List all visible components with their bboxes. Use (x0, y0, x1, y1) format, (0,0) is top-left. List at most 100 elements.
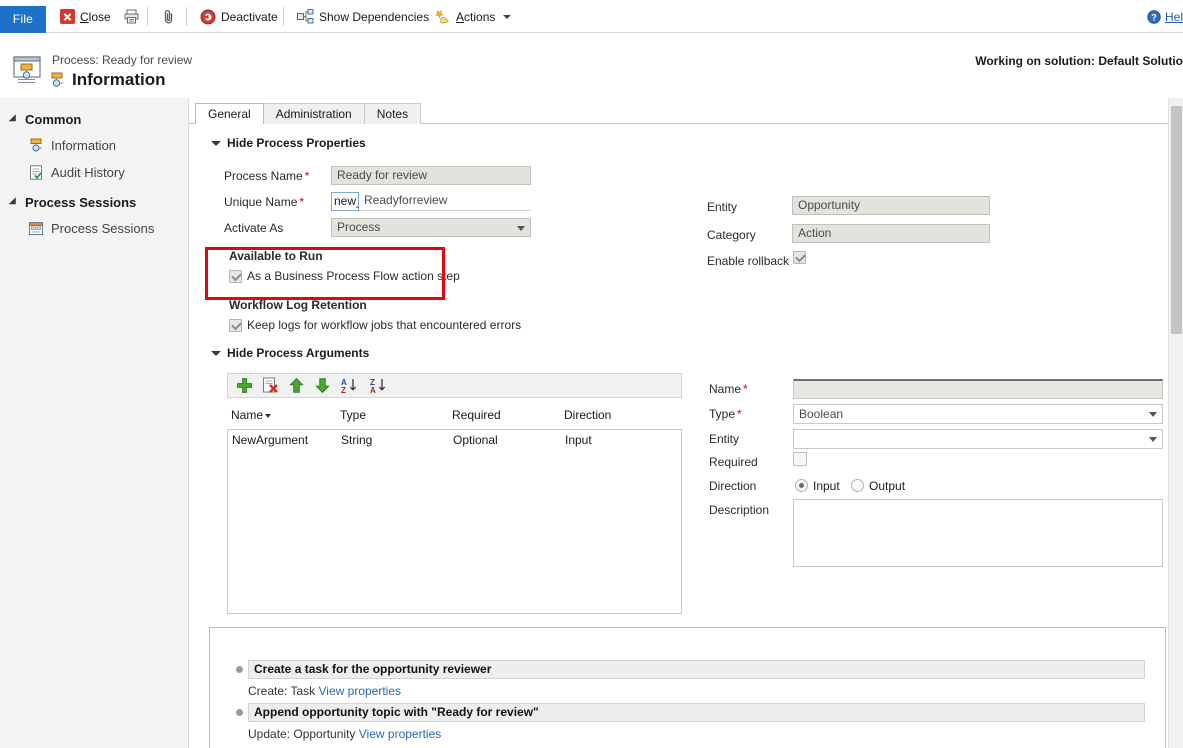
tab-strip: General Administration Notes (195, 102, 420, 124)
step-summary: Create: Task View properties (248, 684, 401, 698)
collapse-triangle-icon (211, 141, 221, 146)
tab-notes[interactable]: Notes (364, 103, 421, 124)
tab-administration[interactable]: Administration (263, 103, 365, 124)
print-icon (124, 9, 140, 24)
move-down-icon[interactable] (314, 377, 331, 394)
sidebar-item-process-sessions[interactable]: Process Sessions (0, 219, 188, 237)
deactivate-button-label: Deactivate (221, 10, 278, 24)
cell-type: String (341, 433, 372, 447)
arg-type-select[interactable]: Boolean (793, 404, 1163, 424)
arg-entity-label: Entity (709, 432, 739, 446)
sidebar: Common Information (0, 98, 189, 748)
arg-description-textarea[interactable] (793, 499, 1163, 567)
arg-name-input[interactable] (793, 379, 1163, 399)
sidebar-item-audit-history[interactable]: Audit History (0, 163, 188, 181)
arg-required-label: Required (709, 455, 758, 469)
unique-name-input[interactable]: Readyforreview (359, 192, 531, 211)
process-information-page: File Close (0, 0, 1183, 748)
process-subtitle: Process: Ready for review (52, 53, 192, 67)
arguments-grid-header: Name Type Required Direction (227, 408, 682, 428)
entity-label: Entity (707, 200, 737, 214)
add-icon[interactable] (236, 377, 253, 394)
help-icon: ? (1147, 10, 1161, 24)
direction-output-label: Output (869, 479, 905, 493)
cell-direction: Input (565, 433, 592, 447)
process-name-input[interactable]: Ready for review (331, 166, 531, 185)
step-title[interactable]: Create a task for the opportunity review… (248, 660, 1145, 679)
view-properties-link[interactable]: View properties (319, 684, 402, 698)
scrollbar-thumb[interactable] (1171, 106, 1182, 334)
process-properties-section-toggle[interactable]: Hide Process Properties (211, 136, 366, 150)
bpf-action-step-checkbox[interactable] (229, 270, 242, 283)
show-dependencies-label: Show Dependencies (319, 10, 429, 24)
move-up-icon[interactable] (288, 377, 305, 394)
cell-name: NewArgument (232, 433, 308, 447)
close-button[interactable]: Close (56, 4, 115, 29)
arg-name-label: Name* (709, 382, 748, 396)
chevron-down-icon (1149, 437, 1157, 442)
column-header-name[interactable]: Name (231, 408, 271, 422)
enable-rollback-checkbox[interactable] (793, 251, 806, 264)
attach-button[interactable] (158, 4, 180, 29)
svg-text:A: A (370, 386, 376, 394)
direction-output-radio[interactable] (851, 479, 864, 492)
sidebar-group-process-sessions[interactable]: Process Sessions (0, 195, 188, 210)
arg-type-label: Type* (709, 407, 742, 421)
column-header-required[interactable]: Required (452, 408, 501, 422)
process-name-label: Process Name* (224, 169, 309, 183)
arg-entity-select[interactable] (793, 429, 1163, 449)
help-link[interactable]: ? Hel (1147, 8, 1183, 26)
tab-general[interactable]: General (195, 103, 264, 124)
sidebar-group-common[interactable]: Common (0, 112, 188, 127)
log-retention-heading: Workflow Log Retention (229, 298, 367, 312)
sort-desc-icon[interactable]: Z A (369, 377, 389, 394)
activate-as-label: Activate As (224, 221, 283, 235)
step-bullet-icon (236, 666, 243, 673)
table-row[interactable]: NewArgument String Optional Input (228, 430, 681, 450)
step-bullet-icon (236, 709, 243, 716)
unique-name-prefix[interactable]: new_ (331, 192, 359, 211)
step-summary: Update: Opportunity View properties (248, 727, 441, 741)
delete-icon[interactable] (262, 377, 279, 394)
actions-menu-button[interactable]: Actions (430, 4, 515, 29)
page-header: Process: Ready for review Information Wo… (0, 33, 1183, 98)
svg-text:Z: Z (341, 386, 346, 394)
dependencies-icon (297, 9, 314, 24)
deactivate-icon (200, 9, 216, 25)
sort-asc-icon[interactable]: A Z (340, 377, 360, 394)
direction-input-label: Input (813, 479, 840, 493)
category-input: Action (792, 224, 990, 243)
keep-logs-label: Keep logs for workflow jobs that encount… (247, 318, 521, 332)
file-menu-button[interactable]: File (0, 6, 46, 33)
available-to-run-heading: Available to Run (229, 249, 323, 263)
arg-direction-label: Direction (709, 479, 756, 493)
vertical-scrollbar[interactable] (1168, 98, 1183, 748)
sidebar-group-process-sessions-label: Process Sessions (25, 195, 136, 210)
category-label: Category (707, 228, 756, 242)
activate-as-select[interactable]: Process (331, 218, 531, 237)
page-title: Information (72, 70, 166, 90)
process-arguments-section-toggle[interactable]: Hide Process Arguments (211, 346, 369, 360)
paperclip-icon (162, 9, 176, 25)
sessions-icon (28, 221, 44, 236)
arg-description-label: Description (709, 503, 769, 517)
ribbon-divider-3 (283, 7, 284, 26)
keep-logs-checkbox[interactable] (229, 319, 242, 332)
arg-required-checkbox[interactable] (793, 452, 807, 466)
actions-button-label: Actions (456, 10, 495, 24)
show-dependencies-button[interactable]: Show Dependencies (293, 4, 433, 29)
step-title[interactable]: Append opportunity topic with "Ready for… (248, 703, 1145, 722)
collapse-triangle-icon (211, 351, 221, 356)
actions-icon (434, 9, 451, 24)
sidebar-item-information[interactable]: Information (0, 136, 188, 154)
view-properties-link[interactable]: View properties (359, 727, 442, 741)
collapse-triangle-icon (9, 197, 20, 208)
sidebar-group-common-label: Common (25, 112, 81, 127)
column-header-direction[interactable]: Direction (564, 408, 611, 422)
arguments-toolbar: A Z Z A (227, 373, 682, 398)
direction-input-radio[interactable] (795, 479, 808, 492)
ribbon-divider-1 (147, 7, 148, 26)
deactivate-button[interactable]: Deactivate (196, 4, 282, 29)
column-header-type[interactable]: Type (340, 408, 366, 422)
print-button[interactable] (120, 4, 144, 29)
